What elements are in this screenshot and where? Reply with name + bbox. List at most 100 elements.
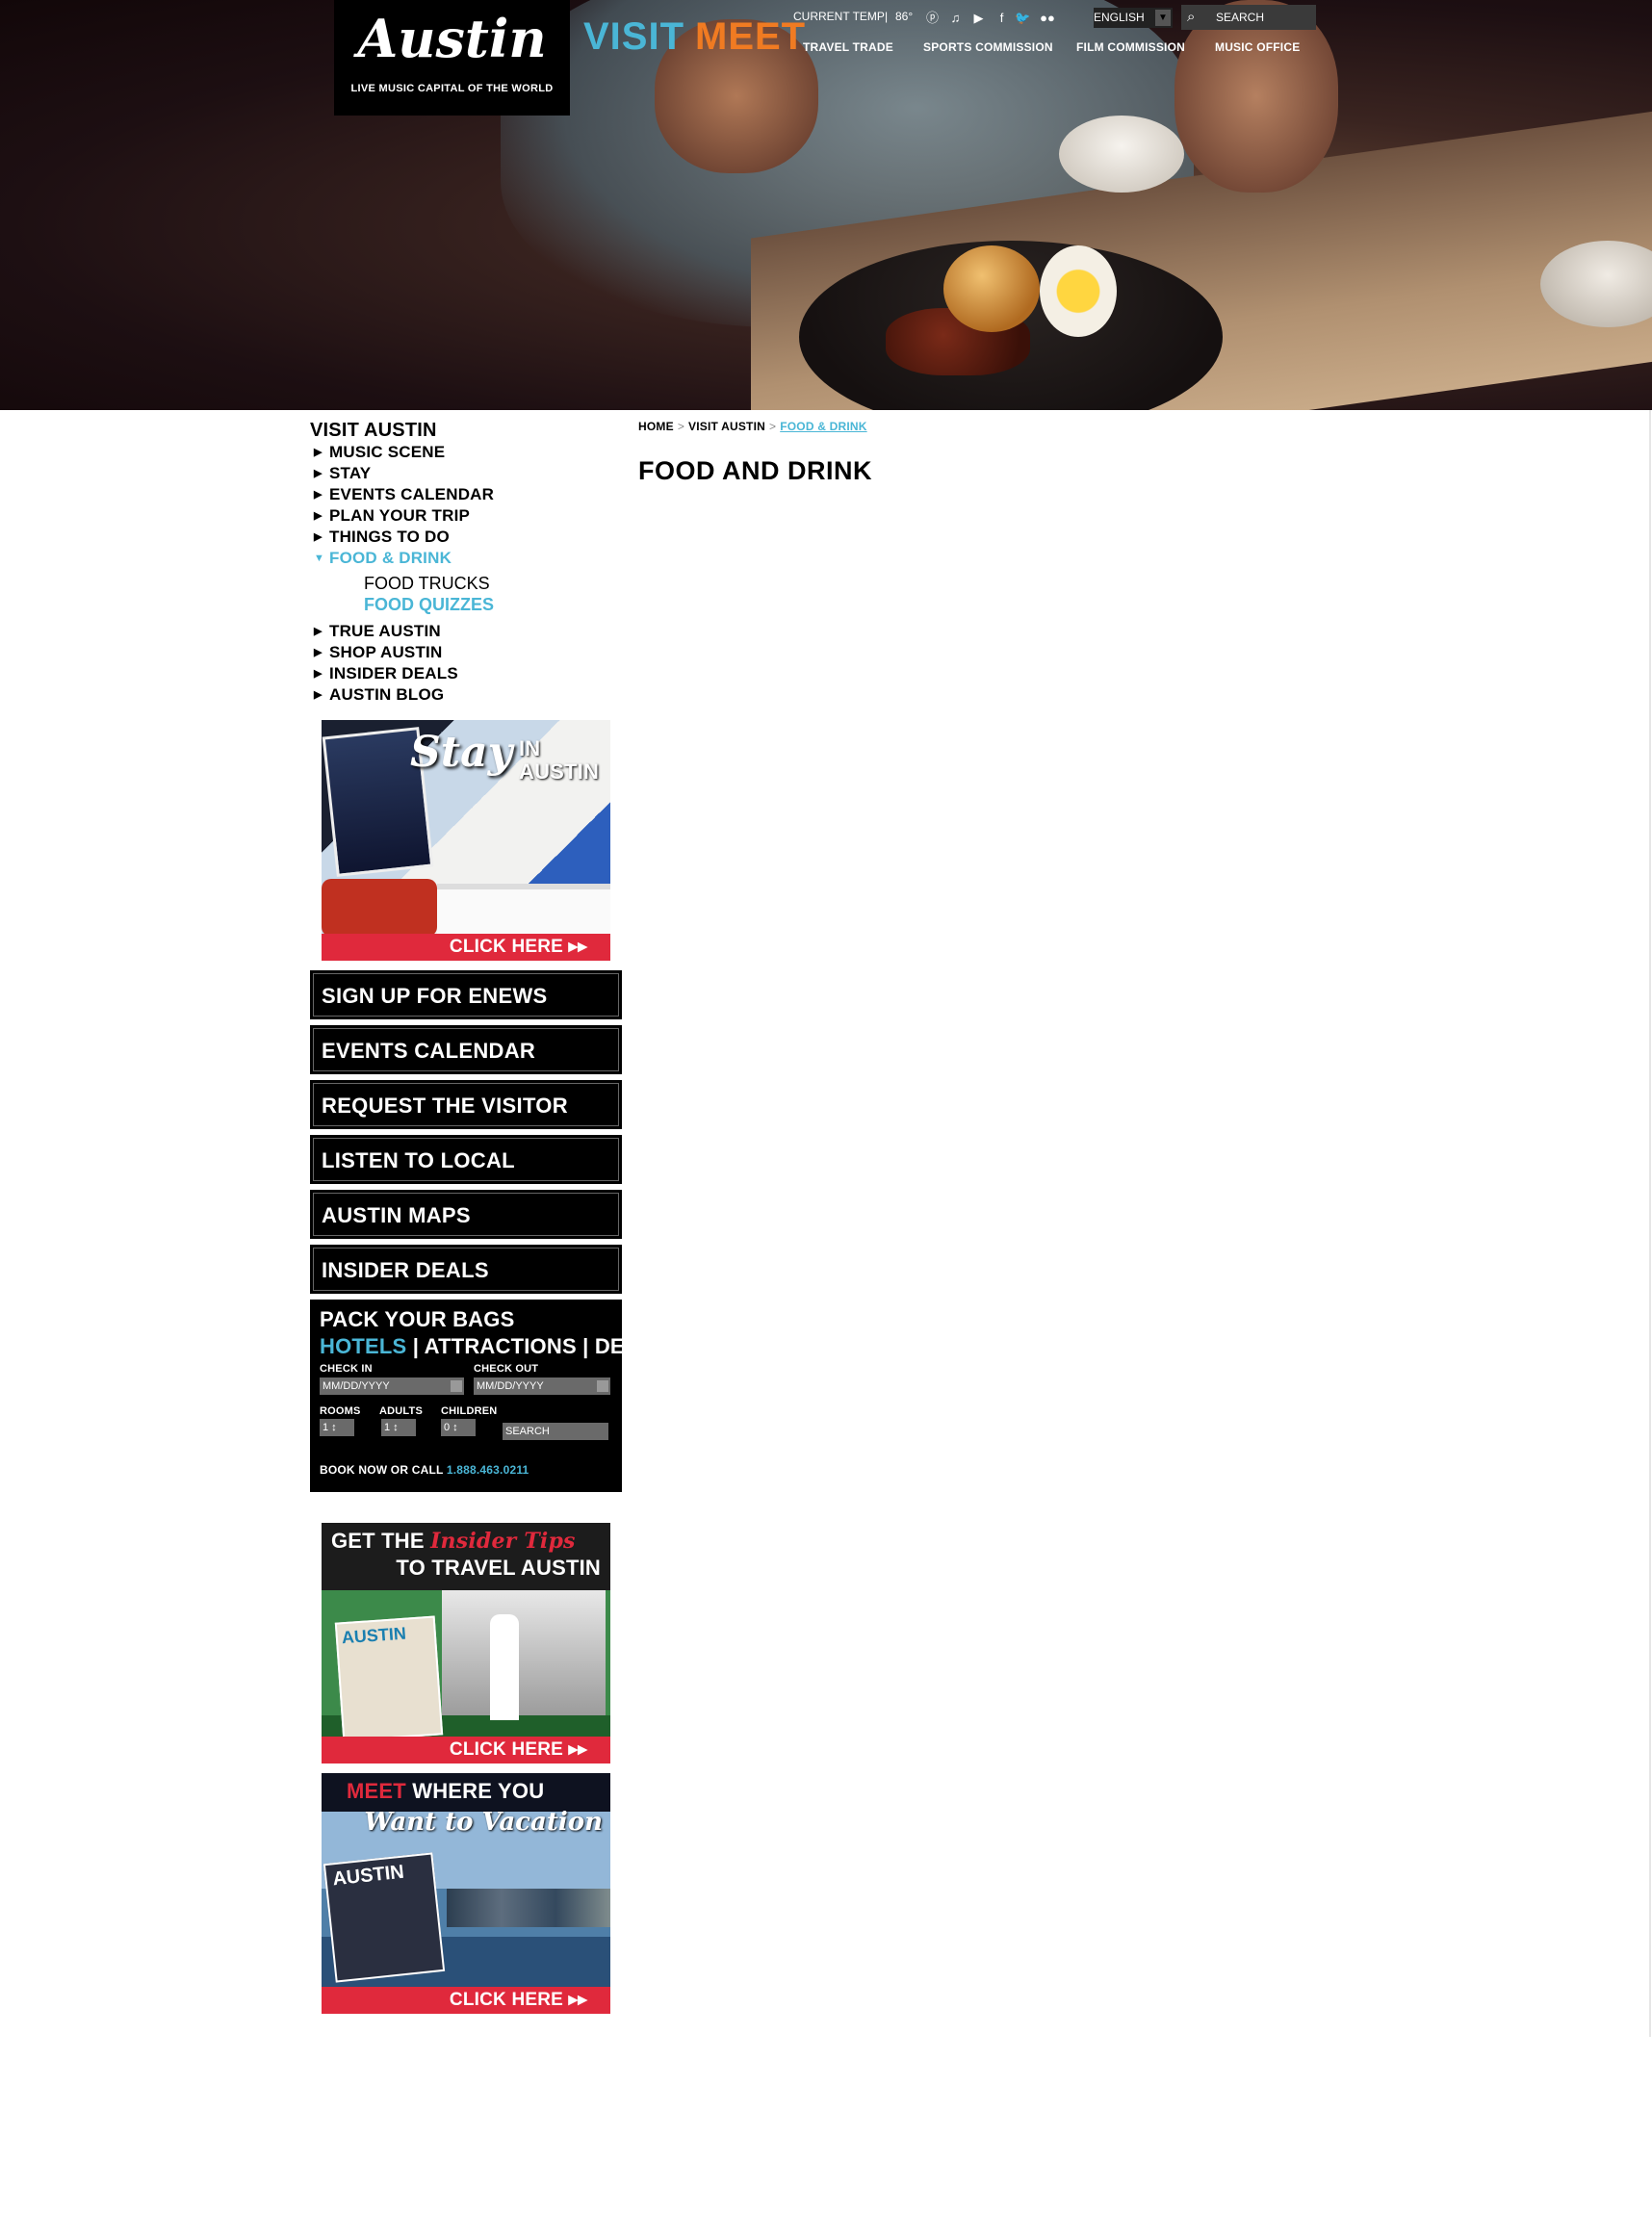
sidebar-item-true-austin[interactable]: ▶ TRUE AUSTIN [314, 622, 441, 641]
sidebar-item-food-drink[interactable]: ▼ FOOD & DRINK [314, 549, 452, 568]
sidebar-item-label: EVENTS CALENDAR [329, 485, 495, 503]
sidebar-item-stay[interactable]: ▶ STAY [314, 464, 371, 483]
nav-meet[interactable]: MEET [695, 15, 806, 59]
promo-meet-heading: MEET WHERE YOU [347, 1779, 545, 1803]
calendar-icon[interactable] [451, 1380, 462, 1392]
rooms-select[interactable]: 1 ↕ [320, 1419, 354, 1436]
chevron-down-icon: ▼ [1155, 10, 1171, 26]
booking-call: BOOK NOW OR CALL 1.888.463.0211 [320, 1463, 529, 1477]
breadcrumb-visit-austin[interactable]: VISIT AUSTIN [688, 420, 765, 433]
promo-tips-heading: GET THE Insider Tips [331, 1529, 576, 1554]
caret-right-icon: ▶ [314, 489, 323, 501]
breadcrumb: HOME > VISIT AUSTIN > FOOD & DRINK [638, 420, 867, 433]
logo-tagline: LIVE MUSIC CAPITAL OF THE WORLD [350, 83, 554, 94]
language-value: ENGLISH [1094, 11, 1145, 24]
check-out-field[interactable]: MM/DD/YYYY [474, 1377, 610, 1395]
insider-deals-button[interactable]: INSIDER DEALS [310, 1245, 622, 1294]
breadcrumb-food-drink[interactable]: FOOD & DRINK [780, 420, 866, 433]
adults-select[interactable]: 1 ↕ [381, 1419, 416, 1436]
tab-hotels[interactable]: HOTELS [320, 1334, 406, 1358]
promo-insider-tips[interactable]: AUSTIN GET THE Insider Tips TO TRAVEL AU… [322, 1523, 610, 1763]
logo-wordmark: Austin [357, 8, 547, 69]
local-grooves-button[interactable]: LISTEN TO LOCAL GROOVES [310, 1135, 622, 1220]
caret-right-icon: ▶ [314, 531, 323, 543]
promo-meet-vacation[interactable]: AUSTIN MEET WHERE YOU Want to Vacation C… [322, 1773, 610, 2014]
sidebar-subitem-food-quizzes[interactable]: FOOD QUIZZES [364, 595, 494, 615]
right-divider [1649, 410, 1651, 2037]
sidebar-subitem-food-trucks[interactable]: FOOD TRUCKS [364, 574, 490, 594]
tab-deals[interactable]: DEALS [595, 1334, 668, 1358]
sidebar-item-label: PLAN YOUR TRIP [329, 506, 471, 525]
booking-search-button[interactable]: SEARCH [503, 1423, 608, 1440]
sidebar-item-things-to-do[interactable]: ▶ THINGS TO DO [314, 528, 450, 547]
caret-down-icon: ▼ [314, 553, 325, 564]
nav-travel-trade[interactable]: TRAVEL TRADE [803, 40, 893, 54]
sidebar-item-events-calendar[interactable]: ▶ EVENTS CALENDAR [314, 485, 494, 504]
booking-title: PACK YOUR BAGS [320, 1307, 515, 1331]
request-visitor-guide-button[interactable]: REQUEST THE VISITOR GUIDE [310, 1080, 622, 1165]
promo-tips-cta[interactable]: CLICK HERE ▸▸ [322, 1737, 610, 1763]
sidebar-item-insider-deals[interactable]: ▶ INSIDER DEALS [314, 664, 458, 683]
page-title: FOOD AND DRINK [638, 456, 872, 485]
promo-stay-heading: IN AUSTIN [519, 736, 600, 784]
sidebar-item-label: AUSTIN BLOG [329, 685, 445, 704]
search-icon: ⌕ [1187, 9, 1196, 25]
rooms-label: ROOMS [320, 1405, 361, 1417]
promo-meet-script: Want to Vacation [364, 1808, 603, 1837]
sidebar-item-label: SHOP AUSTIN [329, 643, 443, 661]
breadcrumb-home[interactable]: HOME [638, 420, 674, 433]
caret-right-icon: ▶ [314, 510, 323, 522]
temp-separator: | [885, 10, 889, 23]
nav-sports-commission[interactable]: SPORTS COMMISSION [923, 40, 1053, 54]
sidebar-item-label: STAY [329, 464, 372, 482]
promo-stay-script: Stay [410, 728, 513, 777]
visitor-guide-cover: AUSTIN [334, 1615, 444, 1742]
pinterest-icon[interactable]: ⓟ [924, 10, 941, 26]
caret-right-icon: ▶ [314, 668, 323, 680]
hero-banner-image [0, 0, 1652, 410]
children-select[interactable]: 0 ↕ [441, 1419, 476, 1436]
sidebar-item-austin-blog[interactable]: ▶ AUSTIN BLOG [314, 685, 444, 705]
sidebar-item-label: THINGS TO DO [329, 528, 450, 546]
current-temp-label: CURRENT TEMP [793, 10, 885, 23]
itunes-icon[interactable]: ♫ [947, 10, 964, 26]
youtube-icon[interactable]: ▶ [970, 10, 987, 26]
language-select[interactable]: ENGLISH ▼ [1094, 8, 1173, 28]
sidebar-item-label: FOOD & DRINK [329, 549, 452, 567]
caret-right-icon: ▶ [314, 468, 323, 479]
sidebar-item-plan-your-trip[interactable]: ▶ PLAN YOUR TRIP [314, 506, 470, 526]
booking-tabs: HOTELS | ATTRACTIONS | DEALS [320, 1334, 667, 1359]
booking-phone[interactable]: 1.888.463.0211 [447, 1463, 529, 1477]
sidebar-item-label: MUSIC SCENE [329, 443, 446, 461]
austin-logo[interactable]: Austin LIVE MUSIC CAPITAL OF THE WORLD [334, 0, 570, 116]
sidebar-item-label: INSIDER DEALS [329, 664, 458, 682]
adults-label: ADULTS [379, 1405, 423, 1417]
nav-film-commission[interactable]: FILM COMMISSION [1076, 40, 1185, 54]
events-calendar-button[interactable]: EVENTS CALENDAR [310, 1025, 622, 1074]
nav-visit[interactable]: VISIT [583, 15, 684, 59]
check-in-field[interactable]: MM/DD/YYYY [320, 1377, 464, 1395]
sidebar-item-music-scene[interactable]: ▶ MUSIC SCENE [314, 443, 445, 462]
promo-stay-cta[interactable]: CLICK HERE ▸▸ [322, 934, 610, 961]
tab-attractions[interactable]: ATTRACTIONS [425, 1334, 577, 1358]
tab-separator: | [582, 1334, 589, 1358]
signup-enews-button[interactable]: SIGN UP FOR ENEWS [310, 970, 622, 1019]
facebook-icon[interactable]: f [994, 10, 1010, 26]
twitter-icon[interactable]: 🐦 [1015, 10, 1031, 26]
promo-tips-subheading: TO TRAVEL AUSTIN [396, 1556, 601, 1580]
promo-meet-cta[interactable]: CLICK HERE ▸▸ [322, 1987, 610, 2014]
check-out-label: CHECK OUT [474, 1363, 539, 1375]
flickr-icon[interactable]: ●● [1036, 10, 1059, 26]
promo-stay-in-austin[interactable]: Stay IN AUSTIN CLICK HERE ▸▸ [322, 720, 610, 961]
austin-maps-button[interactable]: AUSTIN MAPS [310, 1190, 622, 1239]
sidebar-heading[interactable]: VISIT AUSTIN [310, 420, 437, 442]
calendar-icon[interactable] [597, 1380, 608, 1392]
caret-right-icon: ▶ [314, 689, 323, 701]
children-label: CHILDREN [441, 1405, 498, 1417]
search-input[interactable]: SEARCH [1216, 5, 1264, 30]
caret-right-icon: ▶ [314, 647, 323, 658]
sidebar-item-shop-austin[interactable]: ▶ SHOP AUSTIN [314, 643, 442, 662]
current-temp-value: 86° [895, 10, 914, 23]
search-box[interactable]: ⌕ SEARCH [1181, 5, 1316, 30]
nav-music-office[interactable]: MUSIC OFFICE [1215, 40, 1300, 54]
